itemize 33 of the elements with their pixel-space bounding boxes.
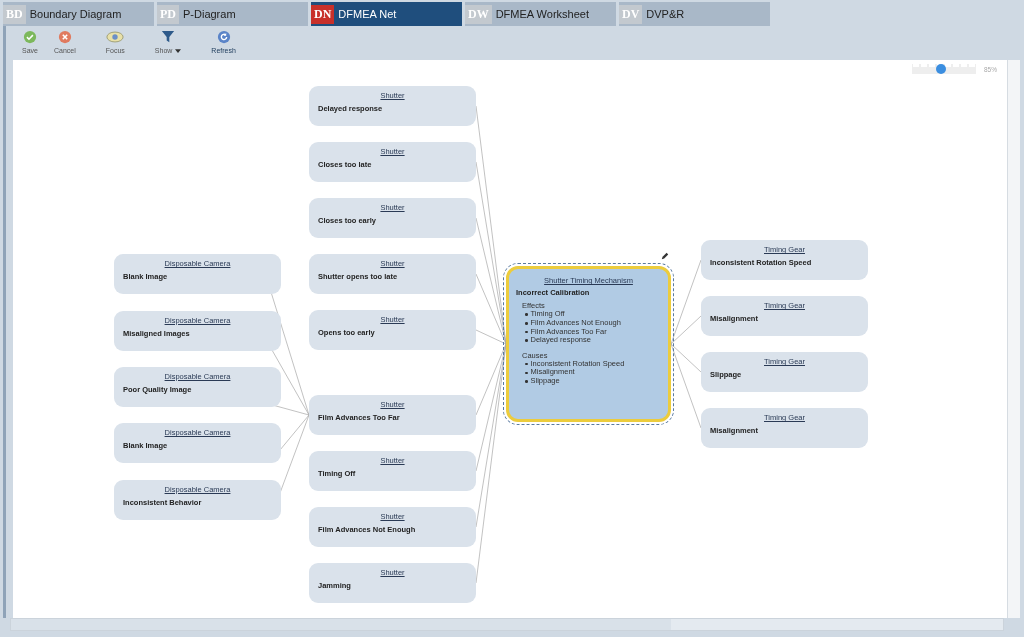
vertical-scrollbar[interactable]	[1007, 60, 1020, 619]
bullet-icon	[525, 330, 528, 334]
check-icon	[23, 30, 37, 45]
tab[interactable]: DW DFMEA Worksheet	[465, 2, 616, 27]
tab-label: P-Diagram	[183, 8, 236, 21]
bullet-icon	[525, 339, 528, 342]
tab-badge: BD	[3, 4, 26, 24]
horizontal-scrollbar[interactable]	[10, 618, 1004, 631]
caret-icon	[175, 48, 182, 53]
pencil-icon[interactable]	[661, 252, 669, 261]
bullet-icon	[525, 371, 528, 374]
tab[interactable]: PD P-Diagram	[157, 2, 308, 27]
close-icon	[57, 30, 72, 45]
tab-badge: DN	[311, 4, 335, 24]
bullet-icon	[525, 362, 528, 366]
tab-badge: DV	[619, 4, 643, 24]
zoom-slider[interactable]	[912, 64, 976, 75]
tab[interactable]: DN DFMEA Net	[311, 2, 462, 27]
tab[interactable]: DV DVP&R	[619, 2, 770, 27]
filter-icon	[161, 30, 176, 45]
tab-badge: DW	[465, 4, 492, 24]
tab-label: DVP&R	[646, 8, 685, 21]
eye-icon	[106, 30, 125, 45]
bullet-icon	[525, 380, 528, 383]
tab-label: Boundary Diagram	[29, 8, 122, 21]
tab[interactable]: BD Boundary Diagram	[3, 2, 154, 27]
bullet-icon	[525, 322, 528, 325]
bullet-icon	[525, 313, 528, 316]
tab-label: DFMEA Net	[338, 8, 397, 21]
tab-label: DFMEA Worksheet	[495, 8, 589, 21]
tab-badge: PD	[157, 4, 179, 24]
refresh-icon	[216, 30, 231, 45]
slider-thumb[interactable]	[935, 64, 946, 75]
